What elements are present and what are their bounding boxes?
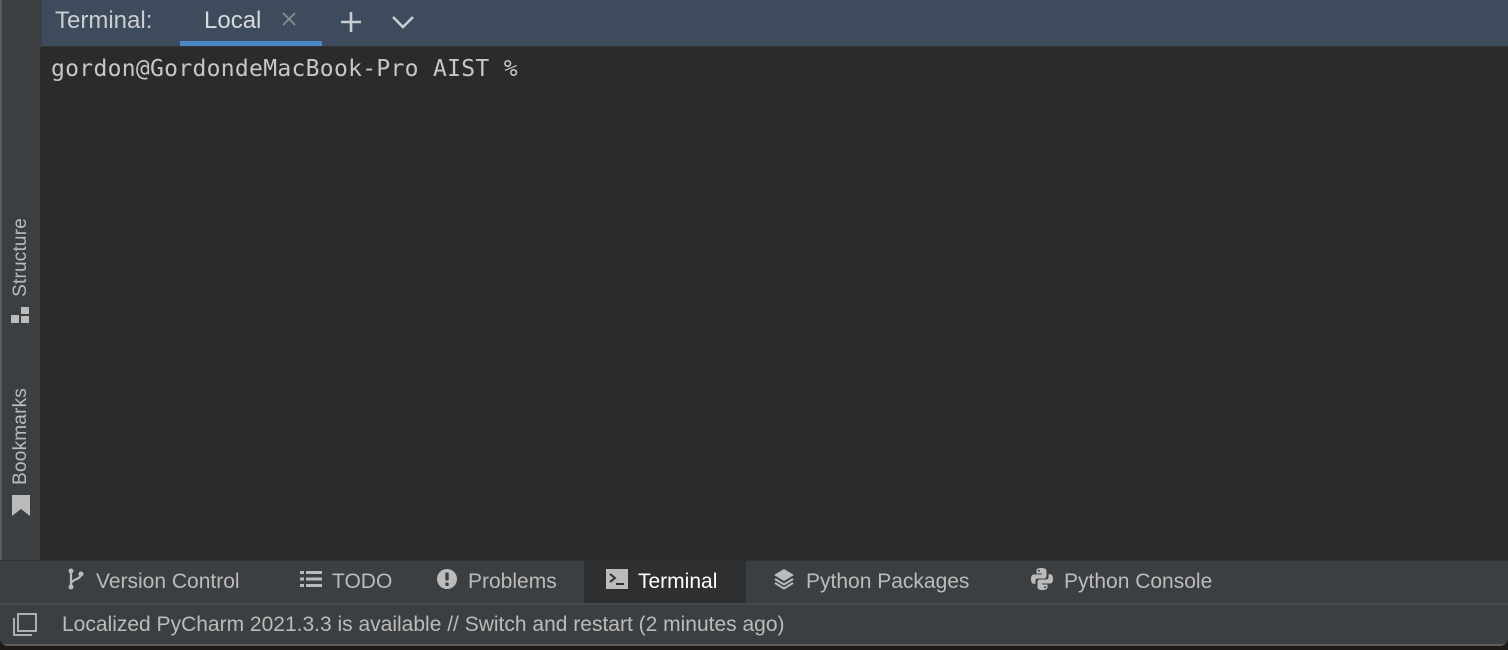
terminal-icon bbox=[606, 569, 628, 595]
sidebar-item-label: Bookmarks bbox=[10, 388, 31, 485]
status-bar: Localized PyCharm 2021.3.3 is available … bbox=[0, 603, 1508, 646]
status-message[interactable]: Localized PyCharm 2021.3.3 is available … bbox=[62, 613, 785, 637]
python-icon bbox=[1030, 567, 1054, 597]
toggle-tool-windows-icon[interactable] bbox=[12, 613, 38, 642]
tool-window-todo[interactable]: TODO bbox=[300, 561, 392, 603]
tool-window-label: Version Control bbox=[96, 570, 240, 593]
tool-window-bar: Version Control TODO Problems Terminal P… bbox=[0, 560, 1508, 603]
terminal-output[interactable]: gordon@GordondeMacBook-Pro AIST % bbox=[40, 47, 1508, 560]
terminal-title: Terminal: bbox=[55, 7, 153, 34]
terminal-prompt: gordon@GordondeMacBook-Pro AIST % bbox=[51, 56, 518, 82]
active-tab-indicator bbox=[180, 41, 322, 46]
tab-label: Local bbox=[204, 7, 262, 34]
bookmark-icon bbox=[11, 494, 31, 522]
tool-window-version-control[interactable]: Version Control bbox=[66, 561, 240, 603]
git-branch-icon bbox=[66, 568, 86, 596]
tool-window-label: Python Console bbox=[1064, 570, 1213, 593]
tool-window-label: Terminal bbox=[638, 570, 718, 593]
chevron-down-icon[interactable] bbox=[390, 9, 416, 35]
tool-window-label: TODO bbox=[332, 570, 393, 593]
plus-icon[interactable] bbox=[338, 9, 364, 35]
sidebar-item-structure[interactable]: Structure bbox=[2, 218, 40, 330]
tab-local[interactable]: Local bbox=[180, 0, 322, 46]
pycharm-window: Structure Bookmarks Terminal: Local gord… bbox=[0, 0, 1508, 646]
tool-window-problems[interactable]: Problems bbox=[436, 561, 557, 603]
list-icon bbox=[300, 570, 322, 594]
problems-icon bbox=[436, 568, 458, 596]
tool-window-terminal[interactable]: Terminal bbox=[584, 561, 746, 603]
tool-window-python-packages[interactable]: Python Packages bbox=[772, 561, 969, 603]
sidebar-item-bookmarks[interactable]: Bookmarks bbox=[2, 388, 40, 522]
structure-icon bbox=[11, 306, 31, 330]
tool-window-label: Python Packages bbox=[806, 570, 970, 593]
sidebar-item-label: Structure bbox=[10, 218, 31, 297]
window-bottom-edge bbox=[0, 644, 1508, 646]
close-icon[interactable] bbox=[280, 10, 298, 33]
left-tool-strip: Structure Bookmarks bbox=[2, 0, 40, 560]
layers-icon bbox=[772, 567, 796, 597]
terminal-header: Terminal: Local bbox=[42, 0, 1508, 47]
tool-window-python-console[interactable]: Python Console bbox=[1030, 561, 1212, 603]
tool-window-label: Problems bbox=[468, 570, 557, 593]
